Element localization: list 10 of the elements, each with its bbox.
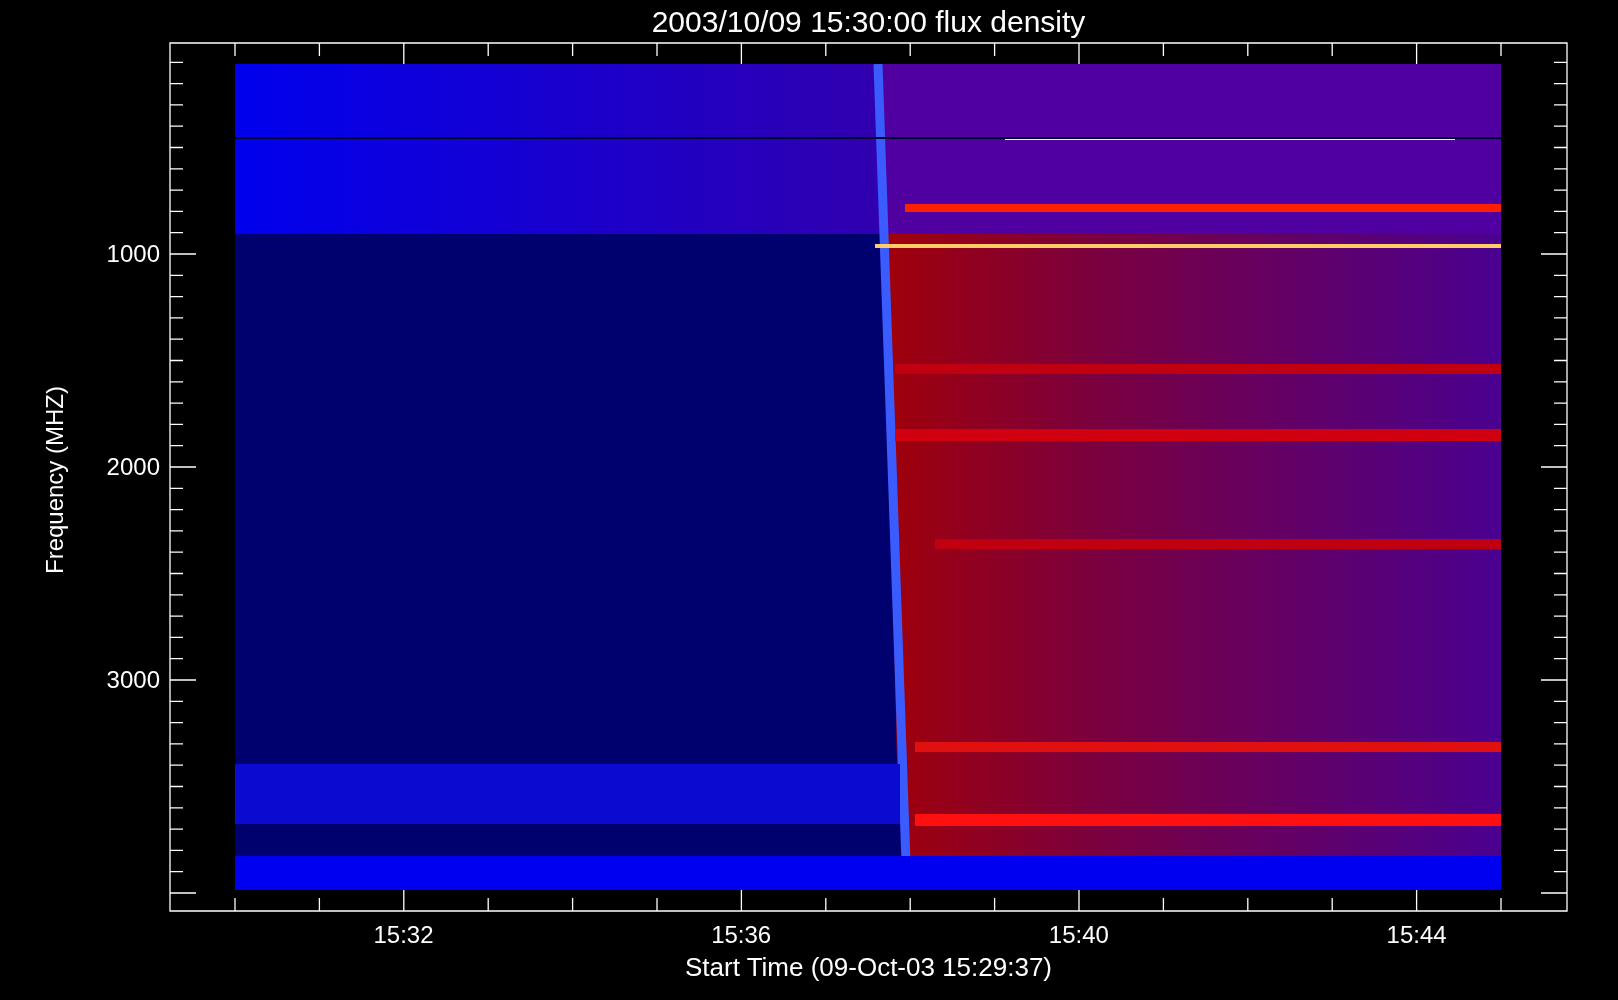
chart-title: 2003/10/09 15:30:00 flux density bbox=[650, 4, 1087, 40]
tick-label: 15:44 bbox=[1385, 921, 1448, 949]
tick-label: 3000 bbox=[105, 666, 160, 694]
tick-label: 15:40 bbox=[1047, 921, 1110, 949]
tick-label: 2000 bbox=[105, 453, 160, 481]
tick-label: 1000 bbox=[105, 240, 160, 268]
axis-label: Start Time (09-Oct-03 15:29:37) bbox=[683, 951, 1053, 983]
tick-label: 15:36 bbox=[710, 921, 773, 949]
tick-label: 15:32 bbox=[372, 921, 435, 949]
axis-label: Frequency (MHZ) bbox=[41, 385, 69, 576]
